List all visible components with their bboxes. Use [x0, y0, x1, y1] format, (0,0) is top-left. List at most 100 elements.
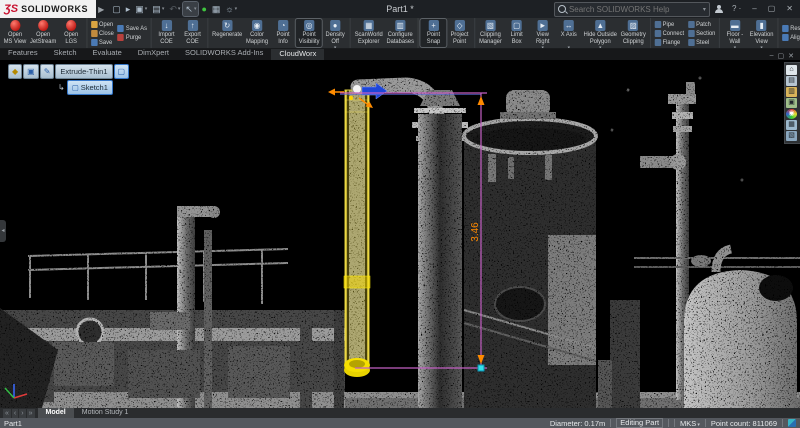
custom-properties-icon[interactable]: ▦ [786, 120, 797, 130]
extrude-thin-feature[interactable] [344, 90, 370, 377]
ribbon-button-open-jetstream[interactable]: OpenJetStream [28, 19, 58, 47]
small-button-label: Patch [696, 21, 711, 28]
ribbon-button-limit-box[interactable]: ▢LimitBox [504, 19, 530, 47]
ribbon-small-section[interactable]: Section [688, 29, 716, 37]
world-icon [782, 25, 789, 32]
sketch-endpoint[interactable] [478, 365, 484, 371]
ribbon-small-patch[interactable]: Patch [688, 20, 716, 28]
doc-minimize-icon[interactable]: – [770, 52, 774, 60]
ribbon-button-density-off[interactable]: ●DensityOff▾ [322, 19, 348, 47]
appearances-icon[interactable]: ◉ [786, 109, 797, 119]
ribbon-small-save-as[interactable]: Save As [117, 25, 146, 33]
restore-button[interactable]: ▢ [765, 0, 779, 18]
graphics-viewport[interactable]: 3.46 ◆ ▣ ✎ Extrude-Thin1 ▢ ↳ ▢ Sketch1 [0, 60, 800, 408]
dimension-label[interactable]: 3.46 [470, 222, 481, 242]
feature-icon[interactable]: ✎ [40, 64, 55, 79]
breadcrumb-sketch[interactable]: ▢ Sketch1 [67, 80, 113, 95]
view-palette-icon[interactable]: ▣ [786, 98, 797, 108]
search-icon [558, 5, 566, 13]
new-button[interactable]: ▢ [110, 2, 123, 16]
ribbon-group: ↻Regenerate ◉ColorMapping◔PointInfo◎Poin… [208, 18, 351, 48]
close-button[interactable]: ✕ [783, 0, 796, 18]
ribbon-button-configure-databases[interactable]: ▥ConfigureDatabases [385, 19, 416, 47]
folder-icon [91, 21, 98, 28]
ribbon-small-open[interactable]: Open [91, 20, 114, 28]
grid-button[interactable]: ▦ [210, 2, 223, 16]
open-button[interactable]: ▸ [124, 2, 133, 16]
ribbon-small-align-view[interactable]: Align View [782, 34, 800, 42]
print-button[interactable]: ▤▾ [150, 2, 166, 16]
ribbon-small-reset-to-world[interactable]: Reset To World [782, 25, 800, 33]
ribbon-button-regenerate[interactable]: ↻Regenerate [210, 19, 244, 47]
home-icon[interactable]: ⌂ [786, 65, 797, 75]
ribbon-button-open-lgs[interactable]: OpenLGS [58, 19, 84, 47]
part-icon[interactable]: ◆ [8, 64, 22, 79]
ribbon-button-view-right[interactable]: ►ViewRight▾ [530, 19, 556, 47]
ribbon-button-hide-outside-polygon[interactable]: ▲Hide OutsidePolygon▾ [582, 19, 619, 47]
ribbon-button-clipping-manager[interactable]: ▧ClippingManager [477, 19, 503, 47]
ribbon-small-connect[interactable]: Connect [654, 29, 684, 37]
ribbon-small-close[interactable]: Close [91, 29, 114, 37]
ribbon-button-label: ExportCOE [184, 32, 201, 46]
ribbon-group: ▦ScanWorldExplorer▥ConfigureDatabases [351, 18, 419, 48]
doc-close-icon[interactable]: ✕ [788, 52, 794, 60]
ribbon-stack: Save AsPurge [116, 19, 149, 47]
ribbon-button-point-snap[interactable]: +PointSnap [420, 19, 446, 47]
eye-icon: ◎ [304, 20, 314, 31]
sign-in-icon[interactable] [715, 5, 724, 14]
origin-ball-icon[interactable] [353, 85, 362, 94]
breadcrumb-feature[interactable]: Extrude-Thin1 [55, 64, 112, 79]
ribbon-button-open-ms-view[interactable]: OpenMS View [2, 19, 28, 47]
bottom-tab-model[interactable]: Model [38, 408, 74, 418]
ribbon-button-geometry-clipping[interactable]: ▨GeometryClipping [619, 19, 648, 47]
minimize-button[interactable]: – [749, 0, 759, 18]
ribbon-button-point-visibility[interactable]: ◎PointVisibility [296, 19, 322, 47]
ribbon-small-purge[interactable]: Purge [117, 34, 146, 42]
status-point-count: Point count: 811069 [711, 419, 777, 428]
dropdown-caret-icon: ▾ [760, 46, 762, 49]
ribbon-group: +PointSnap◇ProjectPoint [419, 18, 476, 48]
menu-expand-icon[interactable]: ▶ [98, 5, 104, 14]
ribbon-small-steel[interactable]: Steel [688, 38, 716, 46]
ribbon-small-pipe[interactable]: Pipe [654, 20, 684, 28]
select-button[interactable]: ↖▾ [183, 2, 198, 16]
ribbon-group: OpenCloseSaveSave AsPurge [87, 18, 152, 48]
help-search-box[interactable]: ▾ [554, 2, 710, 17]
ribbon-button-floor-wall[interactable]: ▬Floor -Wall▾ [722, 19, 748, 47]
ribbon-button-scanworld-explorer[interactable]: ▦ScanWorldExplorer [353, 19, 385, 47]
options-button[interactable]: ☼▾ [223, 2, 239, 16]
undo-button[interactable]: ↶▾ [167, 2, 182, 16]
search-caret-icon[interactable]: ▾ [703, 6, 706, 13]
status-tag-icon[interactable] [788, 419, 796, 427]
body-icon[interactable]: ▣ [23, 64, 39, 79]
search-input[interactable] [569, 5, 700, 14]
orange-arrow-left-icon[interactable] [328, 89, 335, 96]
ribbon-small-save[interactable]: Save [91, 38, 114, 46]
doc-restore-icon[interactable]: ▢ [778, 52, 785, 60]
bottom-tab-motion-study-1[interactable]: Motion Study 1 [74, 408, 137, 418]
design-library-icon[interactable]: ▤ [786, 76, 797, 86]
tab-prev-icon[interactable]: ‹ [12, 409, 18, 418]
tab-first-icon[interactable]: « [3, 409, 11, 418]
ribbon-button-label: OpenJetStream [30, 32, 56, 46]
ribbon-button-x-axis[interactable]: ↔X Axis ▾ [556, 19, 582, 47]
ribbon-button-color-mapping[interactable]: ◉ColorMapping [244, 19, 270, 47]
feature-tree-collapse-handle[interactable]: ◂ [0, 220, 6, 242]
help-menu-button[interactable]: ? · [729, 0, 744, 18]
save-button[interactable]: ▣▾ [133, 2, 149, 16]
status-units[interactable]: MKS▾ [680, 419, 700, 428]
ribbon-small-flange[interactable]: Flange [654, 38, 684, 46]
tab-next-icon[interactable]: › [19, 409, 25, 418]
ribbon-button-point-info[interactable]: ◔PointInfo [270, 19, 296, 47]
performance-button[interactable]: ● [199, 2, 208, 16]
file-explorer-icon[interactable]: ▥ [786, 87, 797, 97]
ribbon-button-import-coe[interactable]: ↓ImportCOE [153, 19, 179, 47]
dropdown-caret-icon: ▾ [734, 46, 736, 49]
selected-face-chip[interactable]: ▢ [114, 64, 130, 79]
ribbon-button-elevation-view[interactable]: ▮ElevationView▾ [748, 19, 775, 47]
forum-icon[interactable]: ▧ [786, 131, 797, 141]
ribbon-button-project-point[interactable]: ◇ProjectPoint [447, 19, 473, 47]
ribbon-button-export-coe[interactable]: ↑ExportCOE [180, 19, 206, 47]
tab-last-icon[interactable]: » [27, 409, 35, 418]
ribbon-button-label: ElevationView [750, 32, 774, 46]
